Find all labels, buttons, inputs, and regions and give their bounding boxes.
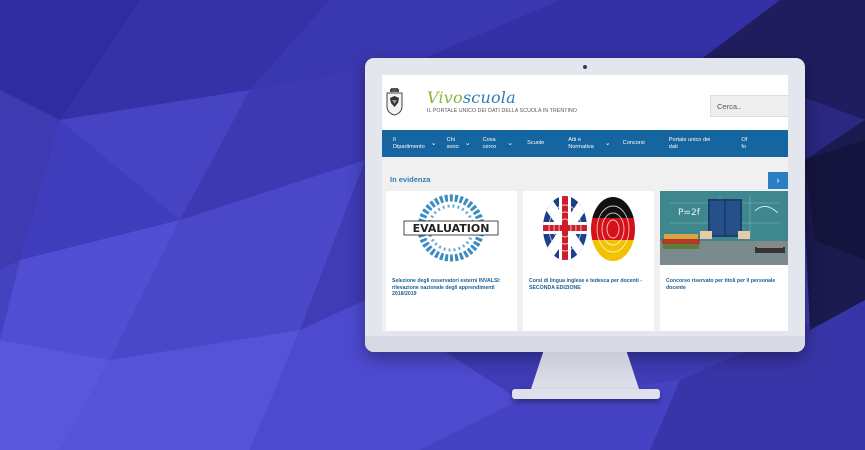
classroom-image: P=2f — [660, 191, 788, 265]
chevron-down-icon: ⌄ — [430, 140, 437, 147]
nav-label: Portale unico dei dati — [669, 137, 711, 151]
nav-item-concorsi[interactable]: Concorsi — [623, 130, 645, 157]
nav-label-line1: Cosa — [482, 136, 496, 143]
chevron-right-icon: › — [776, 175, 780, 185]
nav-label-line1: Atti e — [568, 136, 582, 143]
nav-label: Cosa cerco — [483, 137, 497, 151]
webcam-dot — [583, 65, 587, 69]
nav-label: Of fo — [741, 137, 747, 151]
site-logo[interactable]: Vivoscuola — [427, 89, 516, 107]
nav-label-line1: Of — [741, 136, 748, 143]
nav-item-cosa-cerco[interactable]: Cosa cerco ⌄ — [483, 130, 514, 157]
nav-item-scuole[interactable]: Scuole — [527, 130, 544, 157]
main-nav: Il Dipartimento ⌄ Chi sono ⌄ Cosa cerco ⌄ S… — [382, 130, 788, 157]
news-card[interactable]: P=2f Concorso riservato per titoli per i… — [660, 191, 788, 331]
card-title[interactable]: Selezione degli osservatori esterni INVA… — [392, 278, 512, 298]
nav-label: Chi sono — [447, 137, 459, 151]
nav-item-chi-sono[interactable]: Chi sono ⌄ — [447, 130, 471, 157]
nav-label-line1: Chi — [446, 136, 455, 143]
nav-label: Il Dipartimento — [393, 137, 425, 151]
nav-label: Scuole — [527, 140, 545, 146]
section-title: In evidenza — [390, 175, 431, 184]
flags-fingerprint-image — [523, 191, 654, 265]
monitor-chin — [365, 336, 805, 352]
monitor-stand-base — [512, 389, 660, 399]
nav-label-line2: Normativa — [568, 143, 594, 150]
nav-item-dipartimento[interactable]: Il Dipartimento ⌄ — [393, 130, 437, 157]
nav-item-portale-dati[interactable]: Portale unico dei dati — [669, 130, 711, 157]
nav-label-line2: Dipartimento — [393, 143, 425, 150]
evaluation-image: EVALUATION — [386, 191, 517, 265]
nav-label-line2: dati — [668, 143, 678, 150]
nav-item-atti-normativa[interactable]: Atti e Normativa ⌄ — [568, 130, 610, 157]
nav-label-line2: fo — [741, 143, 747, 150]
news-card[interactable]: EVALUATION Selezione degli osservatori e… — [386, 191, 517, 331]
site-tagline: IL PORTALE UNICO DEI DATI DELLA SCUOLA I… — [427, 108, 577, 114]
featured-section: In evidenza › EVALUATION Selezione degli… — [382, 157, 788, 331]
news-card[interactable]: Corsi di lingua inglese e tedesca per do… — [523, 191, 654, 331]
evaluation-word: EVALUATION — [413, 222, 490, 235]
nav-label-line2: cerco — [482, 143, 497, 150]
trentino-crest-icon[interactable] — [386, 88, 403, 116]
monitor-stand — [530, 352, 640, 392]
logo-text-vivo: Vivo — [427, 88, 463, 107]
site-header: Vivoscuola IL PORTALE UNICO DEI DATI DEL… — [382, 75, 788, 130]
nav-label-line1: Il — [393, 136, 396, 143]
nav-item-offerta-formativa[interactable]: Of fo — [741, 130, 747, 157]
nav-label-line2: sono — [446, 143, 459, 150]
search-input[interactable]: Cerca.. — [710, 95, 788, 117]
website-screen: Vivoscuola IL PORTALE UNICO DEI DATI DEL… — [382, 75, 788, 331]
chevron-down-icon: ⌄ — [604, 140, 611, 147]
nav-label: Concorsi — [622, 140, 645, 146]
chevron-down-icon: ⌄ — [464, 140, 471, 147]
logo-text-scuola: scuola — [462, 88, 516, 107]
nav-label-line1: Portale unico dei — [668, 136, 711, 143]
chevron-down-icon: ⌄ — [507, 140, 514, 147]
formula-text: P=2f — [678, 208, 701, 218]
nav-label: Atti e Normativa — [568, 137, 594, 151]
card-title[interactable]: Concorso riservato per titoli per il per… — [666, 278, 786, 291]
card-title[interactable]: Corsi di lingua inglese e tedesca per do… — [529, 278, 649, 291]
carousel-next-button[interactable]: › — [768, 172, 788, 189]
